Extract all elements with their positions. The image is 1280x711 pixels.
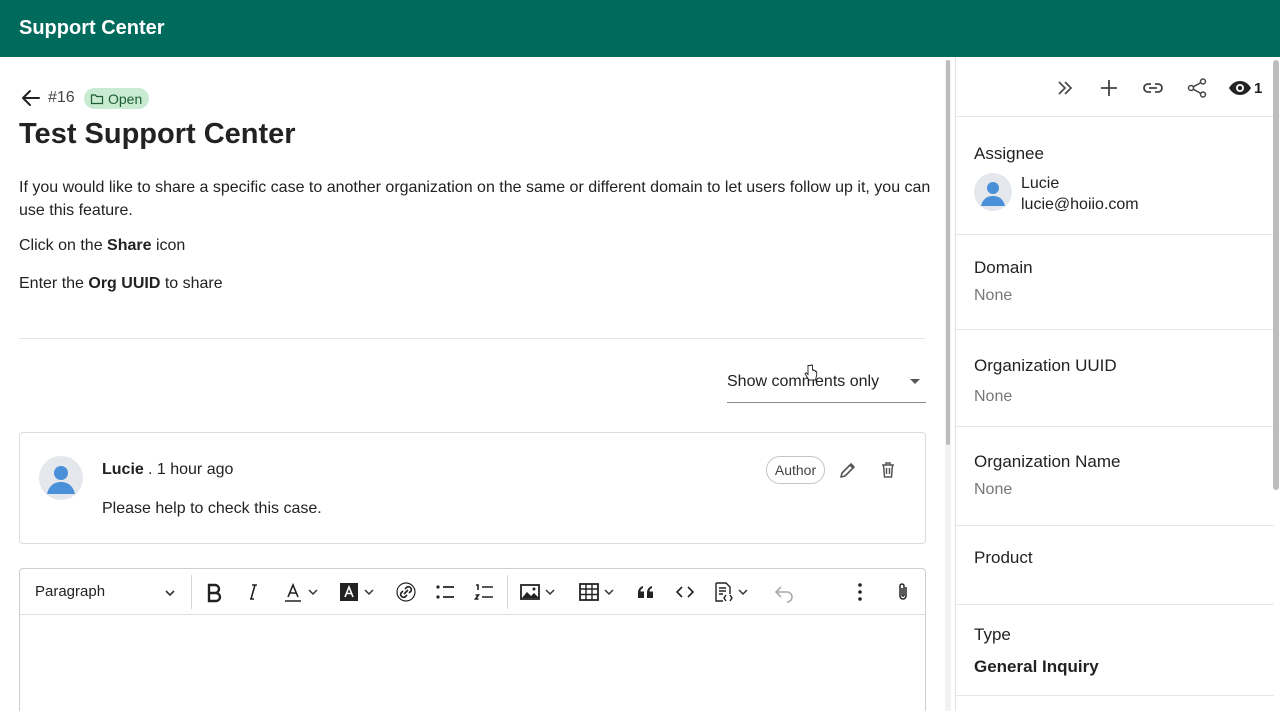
- comment-card: Lucie . 1 hour ago Please help to check …: [19, 432, 926, 544]
- numbered-list-button[interactable]: [473, 580, 495, 604]
- back-arrow-icon[interactable]: [21, 88, 41, 108]
- case-number: #16: [48, 89, 75, 106]
- undo-button[interactable]: [773, 580, 795, 604]
- app-title: Support Center: [19, 17, 165, 39]
- code-icon: [675, 586, 695, 598]
- watchers-button[interactable]: 1: [1228, 77, 1262, 99]
- chevron-down-icon: [604, 589, 614, 596]
- attach-icon: [899, 583, 907, 600]
- type-section[interactable]: Type General Inquiry: [956, 605, 1274, 696]
- editor-toolbar: Paragraph: [20, 569, 925, 615]
- author-chip: Author: [766, 456, 825, 484]
- sidebar-toolbar: 1: [956, 57, 1280, 117]
- source-icon: [715, 582, 733, 602]
- highlight-button[interactable]: [338, 580, 375, 604]
- add-icon[interactable]: [1098, 77, 1120, 99]
- product-section[interactable]: Product: [956, 526, 1274, 605]
- domain-section[interactable]: Domain None: [956, 235, 1274, 330]
- sidebar-scrollbar[interactable]: [1273, 60, 1279, 490]
- type-label: Type: [974, 625, 1011, 644]
- toolbar-separator: [507, 575, 508, 609]
- product-label: Product: [974, 548, 1033, 567]
- org-name-label: Organization Name: [974, 452, 1121, 471]
- delete-icon[interactable]: [878, 460, 898, 480]
- case-description: If you would like to share a specific ca…: [19, 179, 931, 219]
- table-icon: [579, 583, 599, 601]
- bold-icon: [207, 583, 222, 603]
- status-label: Open: [108, 90, 143, 107]
- numbered-list-icon: [473, 584, 493, 600]
- chevron-down-icon: [364, 589, 374, 596]
- table-button[interactable]: [578, 580, 615, 604]
- instruction-step-1: Click on the Share icon: [19, 237, 186, 254]
- block-type-select[interactable]: Paragraph: [35, 583, 105, 600]
- org-uuid-value: None: [974, 388, 1013, 405]
- folder-icon: [90, 93, 104, 104]
- chevron-down-icon[interactable]: [163, 586, 177, 600]
- assignee-name: Lucie: [1021, 175, 1060, 192]
- italic-button[interactable]: [242, 580, 264, 604]
- avatar: [39, 456, 83, 500]
- org-name-section[interactable]: Organization Name None: [956, 427, 1274, 526]
- comment-author: Lucie: [102, 461, 144, 478]
- quote-icon: [638, 586, 653, 598]
- eye-icon: [1229, 81, 1251, 95]
- quote-button[interactable]: [635, 580, 657, 604]
- comment-filter-select[interactable]: Show comments only: [727, 360, 926, 403]
- details-sidebar: 1 Assignee Lucie lucie@hoiio.com Domain …: [955, 57, 1280, 711]
- chevron-down-icon: [545, 589, 555, 596]
- divider: [19, 338, 925, 339]
- status-badge: Open: [84, 88, 150, 109]
- domain-label: Domain: [974, 258, 1033, 277]
- org-uuid-label: Organization UUID: [974, 356, 1117, 375]
- hand-cursor-icon: [804, 364, 818, 381]
- assignee-label: Assignee: [974, 144, 1044, 163]
- highlight-icon: [340, 583, 358, 601]
- image-icon: [520, 584, 540, 600]
- assignee-section[interactable]: Assignee Lucie lucie@hoiio.com: [956, 117, 1274, 235]
- font-color-button[interactable]: [282, 580, 319, 604]
- chevron-down-icon: [308, 589, 318, 596]
- link-icon: [396, 582, 416, 602]
- italic-icon: [250, 584, 257, 600]
- font-color-icon: [285, 582, 301, 602]
- source-button[interactable]: [712, 580, 749, 604]
- image-button[interactable]: [519, 580, 556, 604]
- toolbar-separator: [191, 575, 192, 609]
- comment-time: . 1 hour ago: [148, 461, 234, 478]
- caret-down-icon: [910, 379, 920, 384]
- org-name-value: None: [974, 481, 1013, 498]
- instruction-step-2: Enter the Org UUID to share: [19, 275, 223, 292]
- attach-button[interactable]: [892, 580, 914, 604]
- code-button[interactable]: [674, 580, 696, 604]
- collapse-icon[interactable]: [1054, 77, 1076, 99]
- main-scrollbar-thumb[interactable]: [946, 60, 950, 445]
- comment-body: Please help to check this case.: [102, 500, 322, 517]
- assignee-email: lucie@hoiio.com: [1021, 196, 1139, 213]
- main-scrollbar[interactable]: [945, 60, 951, 711]
- comment-editor[interactable]: Paragraph: [19, 568, 926, 711]
- chevron-down-icon: [738, 589, 748, 596]
- type-value: General Inquiry: [974, 657, 1099, 676]
- bold-button[interactable]: [203, 580, 225, 604]
- avatar: [974, 173, 1012, 211]
- org-uuid-section[interactable]: Organization UUID None: [956, 330, 1274, 427]
- watchers-count: 1: [1254, 79, 1263, 97]
- top-bar: Support Center: [0, 0, 1280, 57]
- bulleted-list-button[interactable]: [434, 580, 456, 604]
- bulleted-list-icon: [436, 585, 454, 599]
- more-button[interactable]: [849, 580, 871, 604]
- more-icon: [858, 583, 862, 601]
- page-title: Test Support Center: [19, 118, 296, 150]
- toolbar-spacer: [833, 575, 834, 609]
- share-icon[interactable]: [1186, 77, 1208, 99]
- undo-icon: [774, 586, 793, 603]
- edit-icon[interactable]: [838, 460, 858, 480]
- link-icon[interactable]: [1142, 77, 1164, 99]
- link-button[interactable]: [395, 580, 417, 604]
- domain-value: None: [974, 287, 1013, 304]
